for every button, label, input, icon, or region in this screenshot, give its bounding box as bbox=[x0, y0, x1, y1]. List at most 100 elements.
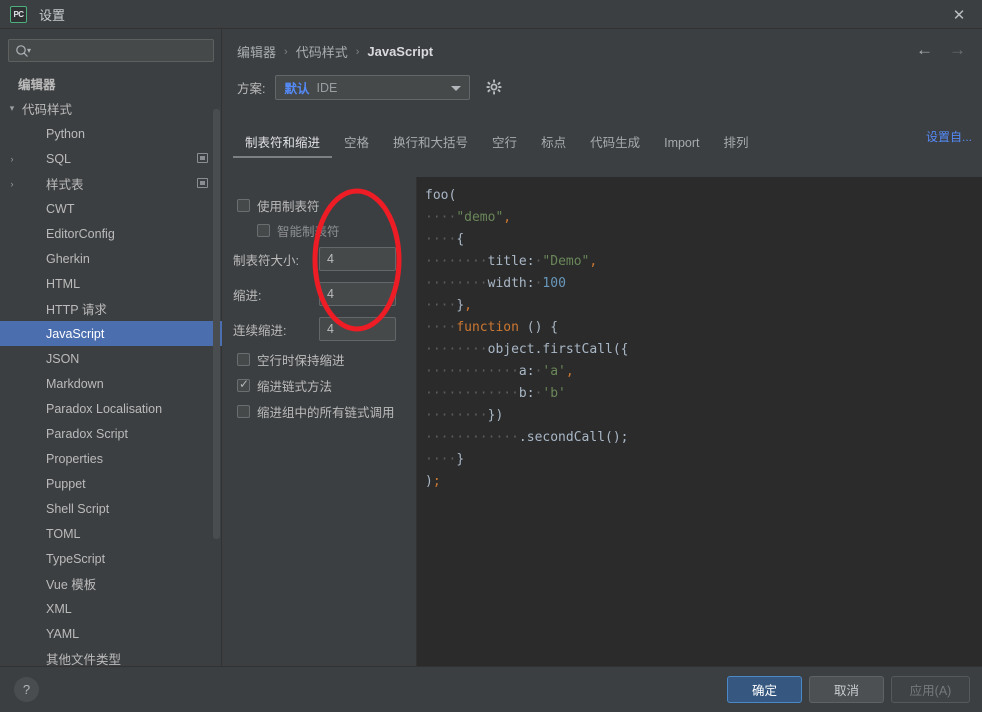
checkbox-box-icon[interactable] bbox=[237, 353, 250, 366]
arrow-right-icon[interactable]: → bbox=[949, 41, 966, 58]
scheme-row: 方案: 默认 IDE bbox=[237, 75, 503, 100]
code-token: "demo" bbox=[456, 210, 504, 225]
sidebar-item-样式表[interactable]: › 样式表 bbox=[0, 171, 222, 196]
cancel-button[interactable]: 取消 bbox=[809, 676, 884, 703]
field-indent: 缩进: bbox=[233, 282, 396, 306]
sidebar-item-TypeScript[interactable]: TypeScript bbox=[0, 546, 222, 571]
breadcrumb-item[interactable]: 编辑器 bbox=[237, 42, 276, 61]
sidebar-item-HTML[interactable]: HTML bbox=[0, 271, 222, 296]
code-token: ···· bbox=[425, 452, 457, 467]
sidebar-item-代码样式[interactable]: ▾ 代码样式 bbox=[0, 96, 222, 121]
gear-icon[interactable] bbox=[486, 79, 503, 96]
sidebar-item-HTTP 请求[interactable]: HTTP 请求 bbox=[0, 296, 222, 321]
sidebar-item-Puppet[interactable]: Puppet bbox=[0, 471, 222, 496]
checkbox-box-icon[interactable] bbox=[237, 199, 250, 212]
sidebar-item-编辑器[interactable]: 编辑器 bbox=[0, 71, 222, 96]
indent-input[interactable] bbox=[319, 282, 396, 306]
sidebar-item-Paradox Localisation[interactable]: Paradox Localisation bbox=[0, 396, 222, 421]
code-token: title: bbox=[487, 254, 535, 269]
tab-制表符和缩进[interactable]: 制表符和缩进 bbox=[233, 130, 333, 158]
code-line: ····"demo", bbox=[425, 207, 982, 229]
sidebar-item-Python[interactable]: Python bbox=[0, 121, 222, 146]
sidebar-item-CWT[interactable]: CWT bbox=[0, 196, 222, 221]
code-token: , bbox=[589, 254, 598, 269]
continuation-indent-input[interactable] bbox=[319, 317, 396, 341]
sidebar-item-label: EditorConfig bbox=[46, 226, 115, 241]
code-token: ············ bbox=[425, 430, 519, 445]
code-line: ············a:·'a', bbox=[425, 361, 982, 383]
settings-tabs[interactable]: 制表符和缩进 空格 换行和大括号 空行 标点 代码生成 Import 排列 bbox=[233, 129, 982, 158]
tab-代码生成[interactable]: 代码生成 bbox=[578, 130, 652, 158]
checkbox-smart-tabs[interactable]: 智能制表符 bbox=[257, 221, 340, 240]
sidebar-item-label: Paradox Script bbox=[46, 426, 128, 441]
code-token: ···· bbox=[425, 210, 457, 225]
code-token: ; bbox=[432, 474, 441, 489]
tabs-and-indents-panel: 使用制表符 智能制表符 制表符大小: 缩进: 连续缩进: 空行时保持缩进 bbox=[228, 158, 416, 666]
field-label: 缩进: bbox=[233, 288, 262, 303]
tab-size-input[interactable] bbox=[319, 247, 396, 271]
sidebar-item-label: Paradox Localisation bbox=[46, 401, 163, 416]
sidebar-item-label: Shell Script bbox=[46, 501, 110, 516]
sidebar-item-Vue 模板[interactable]: Vue 模板 bbox=[0, 571, 222, 596]
ok-button[interactable]: 确定 bbox=[727, 676, 802, 703]
checkbox-box-icon[interactable] bbox=[237, 405, 250, 418]
breadcrumb-item[interactable]: 代码样式 bbox=[296, 42, 348, 61]
scheme-select[interactable]: 默认 IDE bbox=[275, 75, 471, 100]
sidebar-item-EditorConfig[interactable]: EditorConfig bbox=[0, 221, 222, 246]
code-token: .secondCall(); bbox=[518, 430, 629, 445]
sidebar-item-Markdown[interactable]: Markdown bbox=[0, 371, 222, 396]
tab-Import[interactable]: Import bbox=[652, 130, 711, 158]
scheme-value: 默认 bbox=[284, 82, 310, 96]
settings-content: 编辑器 › 代码样式 › JavaScript ← → 设置自... 方案: 默认 ID… bbox=[223, 29, 982, 666]
code-token: } bbox=[456, 298, 465, 313]
checkbox-box-icon[interactable] bbox=[237, 377, 250, 392]
search-input[interactable] bbox=[31, 43, 213, 58]
search-box[interactable]: ▾ bbox=[8, 39, 214, 62]
apply-button[interactable]: 应用(A) bbox=[891, 676, 970, 703]
chevron-down-icon[interactable]: ▾ bbox=[6, 103, 18, 114]
code-token: ········ bbox=[425, 408, 488, 423]
sidebar-item-XML[interactable]: XML bbox=[0, 596, 222, 621]
settings-tree[interactable]: 编辑器 ▾ 代码样式 Python › SQL › 样式表 CWT EditorConfig Ghe… bbox=[0, 71, 222, 666]
tab-排列[interactable]: 排列 bbox=[712, 130, 761, 158]
code-token: , bbox=[464, 298, 472, 313]
sidebar-item-Properties[interactable]: Properties bbox=[0, 446, 222, 471]
chevron-right-icon[interactable]: › bbox=[6, 179, 18, 189]
sidebar-item-YAML[interactable]: YAML bbox=[0, 621, 222, 646]
tab-换行和大括号[interactable]: 换行和大括号 bbox=[381, 130, 480, 158]
chevron-right-icon[interactable]: › bbox=[6, 154, 18, 164]
sidebar-item-SQL[interactable]: › SQL bbox=[0, 146, 222, 171]
sidebar-item-Gherkin[interactable]: Gherkin bbox=[0, 246, 222, 271]
tab-空格[interactable]: 空格 bbox=[332, 130, 381, 158]
code-token: ············ bbox=[425, 364, 519, 379]
sidebar-item-TOML[interactable]: TOML bbox=[0, 521, 222, 546]
checkbox-indent-all-chained-calls[interactable]: 缩进组中的所有链式调用 bbox=[237, 402, 395, 421]
code-line: ········title:·"Demo", bbox=[425, 251, 982, 273]
code-preview[interactable]: foo(····"demo", ····{········title:·"Demo… bbox=[416, 177, 982, 666]
breadcrumb-item[interactable]: JavaScript bbox=[367, 44, 433, 59]
code-line: ········width:·100 bbox=[425, 273, 982, 295]
tab-空行[interactable]: 空行 bbox=[480, 130, 529, 158]
chevron-down-icon[interactable] bbox=[451, 86, 462, 91]
sidebar-scrollbar[interactable] bbox=[213, 109, 220, 539]
checkbox-use-tab-character[interactable]: 使用制表符 bbox=[237, 196, 320, 215]
checkbox-indent-chained-methods[interactable]: 缩进链式方法 bbox=[237, 376, 332, 395]
title-bar: PC 设置 ✕ bbox=[0, 0, 982, 29]
tab-标点[interactable]: 标点 bbox=[529, 130, 578, 158]
checkbox-label: 空行时保持缩进 bbox=[257, 354, 345, 368]
arrow-left-icon[interactable]: ← bbox=[916, 41, 933, 58]
sidebar-item-JSON[interactable]: JSON bbox=[0, 346, 222, 371]
checkbox-keep-indents-on-empty-lines[interactable]: 空行时保持缩进 bbox=[237, 350, 345, 369]
sidebar-item-Shell Script[interactable]: Shell Script bbox=[0, 496, 222, 521]
sidebar-item-Paradox Script[interactable]: Paradox Script bbox=[0, 421, 222, 446]
checkbox-box-icon[interactable] bbox=[257, 224, 270, 237]
code-token: 'b' bbox=[542, 386, 566, 401]
sidebar-item-其他文件类型[interactable]: 其他文件类型 bbox=[0, 646, 222, 666]
scheme-label: 方案: bbox=[237, 82, 266, 96]
sidebar-item-JavaScript[interactable]: JavaScript bbox=[0, 321, 222, 346]
close-icon[interactable]: ✕ bbox=[936, 0, 982, 29]
sidebar-item-label: JavaScript bbox=[46, 326, 105, 341]
sidebar-item-label: 样式表 bbox=[46, 178, 84, 192]
sidebar-item-label: 代码样式 bbox=[22, 103, 73, 117]
help-icon[interactable]: ? bbox=[14, 677, 39, 702]
